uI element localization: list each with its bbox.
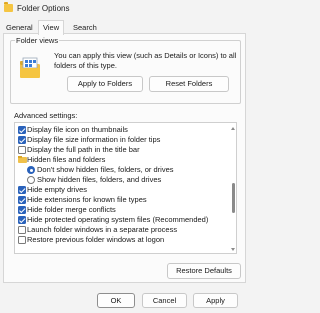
folder-options-icon bbox=[4, 2, 13, 12]
setting-label: Hide folder merge conflicts bbox=[27, 205, 116, 214]
setting-label: Restore previous folder windows at logon bbox=[27, 235, 165, 244]
scrollbar-thumb[interactable] bbox=[232, 183, 235, 213]
folder-views-icon bbox=[20, 57, 40, 78]
checkbox-checked[interactable] bbox=[18, 196, 26, 204]
tab-view[interactable]: View bbox=[38, 20, 65, 35]
scroll-down-arrow-icon[interactable] bbox=[231, 248, 235, 251]
apply-button[interactable]: Apply bbox=[193, 293, 238, 308]
setting-label: Display file icon on thumbnails bbox=[27, 125, 128, 134]
setting-label: Display the full path in the title bar bbox=[27, 145, 140, 154]
checkbox-unchecked[interactable] bbox=[18, 236, 26, 244]
setting-label: Show hidden files, folders, and drives bbox=[37, 175, 162, 184]
ok-button[interactable]: OK bbox=[97, 293, 135, 308]
folder-views-group: Folder views You can apply this view (su… bbox=[10, 36, 241, 104]
folder-views-legend: Folder views bbox=[15, 36, 60, 45]
checkbox-checked[interactable] bbox=[18, 126, 26, 134]
apply-to-folders-button[interactable]: Apply to Folders bbox=[67, 76, 143, 92]
advanced-settings-list[interactable]: Display file icon on thumbnails Display … bbox=[14, 122, 237, 254]
setting-label: Hide empty drives bbox=[27, 185, 88, 194]
checkbox-unchecked[interactable] bbox=[18, 226, 26, 234]
checkbox-checked[interactable] bbox=[18, 206, 26, 214]
radio-unselected[interactable] bbox=[27, 176, 35, 184]
checkbox-checked[interactable] bbox=[18, 136, 26, 144]
checkbox-checked[interactable] bbox=[18, 216, 26, 224]
setting-label: Launch folder windows in a separate proc… bbox=[27, 225, 178, 234]
setting-label: Don't show hidden files, folders, or dri… bbox=[37, 165, 174, 174]
scroll-up-arrow-icon[interactable] bbox=[231, 127, 235, 130]
checkbox-checked[interactable] bbox=[18, 186, 26, 194]
radio-selected[interactable] bbox=[27, 166, 35, 174]
window-title: Folder Options bbox=[17, 4, 70, 13]
setting-group-label: Hidden files and folders bbox=[27, 155, 106, 164]
advanced-list-scrollbar[interactable] bbox=[231, 127, 235, 251]
folder-views-description: You can apply this view (such as Details… bbox=[54, 51, 237, 70]
reset-folders-button[interactable]: Reset Folders bbox=[149, 76, 229, 92]
restore-defaults-button[interactable]: Restore Defaults bbox=[167, 263, 241, 279]
cancel-button[interactable]: Cancel bbox=[142, 293, 187, 308]
setting-label: Display file size information in folder … bbox=[27, 135, 161, 144]
checkbox-unchecked[interactable] bbox=[18, 146, 26, 154]
view-tab-panel: Folder views You can apply this view (su… bbox=[3, 33, 246, 283]
setting-label: Hide extensions for known file types bbox=[27, 195, 147, 204]
title-bar: Folder Options bbox=[0, 0, 250, 18]
folder-icon bbox=[18, 155, 27, 163]
advanced-settings-label: Advanced settings: bbox=[14, 111, 78, 120]
setting-label: Hide protected operating system files (R… bbox=[27, 215, 209, 224]
